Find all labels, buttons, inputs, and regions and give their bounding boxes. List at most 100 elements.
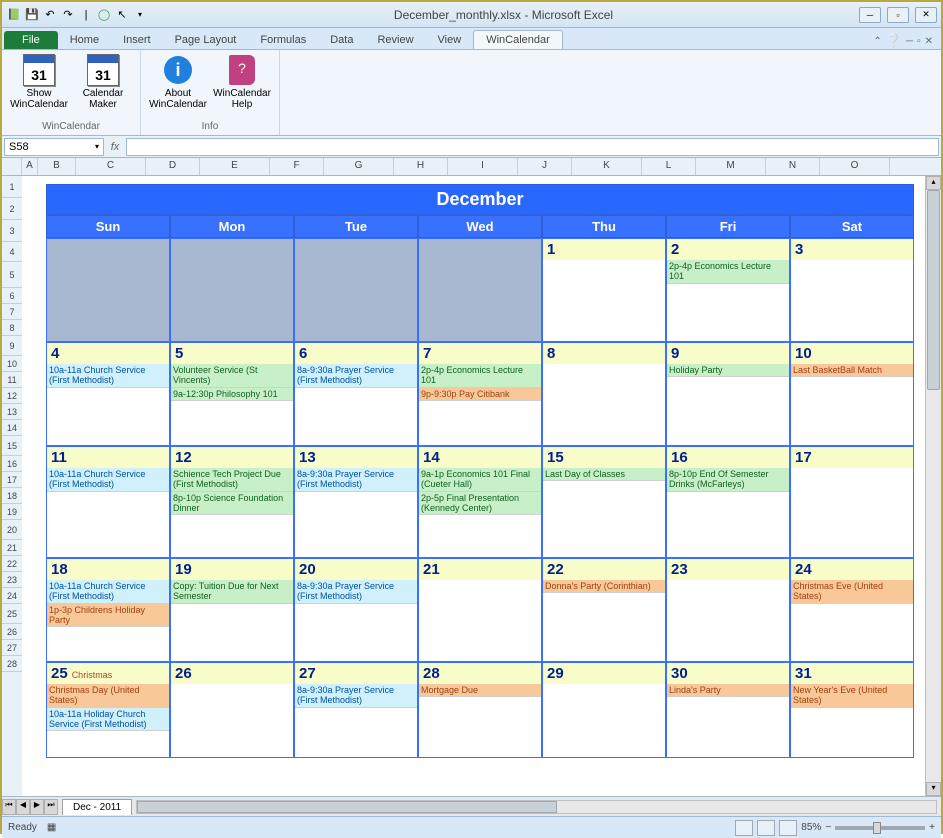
row-header-12[interactable]: 12 — [2, 388, 22, 404]
tab-data[interactable]: Data — [318, 31, 365, 49]
wb-minimize-icon[interactable]: ─ — [906, 36, 913, 47]
calendar-event[interactable]: 10a-11a Church Service (First Methodist) — [47, 364, 169, 388]
col-header-H[interactable]: H — [394, 158, 448, 175]
row-header-1[interactable]: 1 — [2, 176, 22, 198]
tab-pagelayout[interactable]: Page Layout — [163, 31, 249, 49]
col-header-O[interactable]: O — [820, 158, 890, 175]
row-header-10[interactable]: 10 — [2, 356, 22, 372]
row-header-14[interactable]: 14 — [2, 420, 22, 436]
col-header-B[interactable]: B — [38, 158, 76, 175]
zoom-thumb[interactable] — [873, 822, 881, 834]
col-header-M[interactable]: M — [696, 158, 766, 175]
fx-icon[interactable]: fx — [106, 141, 124, 153]
calendar-cell[interactable]: 15Last Day of Classes — [542, 446, 666, 558]
zoom-slider[interactable] — [835, 826, 925, 830]
calendar-cell[interactable] — [294, 238, 418, 342]
row-header-18[interactable]: 18 — [2, 488, 22, 504]
calendar-maker-button[interactable]: Calendar Maker — [72, 52, 134, 121]
sheet-tab[interactable]: Dec - 2011 — [62, 799, 132, 815]
wb-restore-icon[interactable]: ▫ — [917, 36, 921, 47]
row-header-7[interactable]: 7 — [2, 304, 22, 320]
calendar-event[interactable]: 10a-11a Church Service (First Methodist) — [47, 580, 169, 604]
row-header-27[interactable]: 27 — [2, 640, 22, 656]
calendar-cell[interactable]: 5Volunteer Service (St Vincents)9a-12:30… — [170, 342, 294, 446]
row-header-8[interactable]: 8 — [2, 320, 22, 336]
calendar-event[interactable]: 10a-11a Holiday Church Service (First Me… — [47, 708, 169, 732]
scroll-thumb-h[interactable] — [137, 801, 557, 813]
calendar-event[interactable]: Christmas Day (United States) — [47, 684, 169, 708]
calendar-event[interactable]: 8a-9:30a Prayer Service (First Methodist… — [295, 364, 417, 388]
calendar-cell[interactable]: 1110a-11a Church Service (First Methodis… — [46, 446, 170, 558]
tab-review[interactable]: Review — [365, 31, 425, 49]
calendar-event[interactable]: Copy: Tuition Due for Next Semester — [171, 580, 293, 604]
calendar-cell[interactable]: 68a-9:30a Prayer Service (First Methodis… — [294, 342, 418, 446]
col-header-A[interactable]: A — [22, 158, 38, 175]
calendar-cell[interactable]: 278a-9:30a Prayer Service (First Methodi… — [294, 662, 418, 758]
wb-close-icon[interactable]: ✕ — [925, 36, 933, 47]
vertical-scrollbar[interactable]: ▴ ▾ — [925, 176, 941, 796]
row-header-6[interactable]: 6 — [2, 288, 22, 304]
tab-home[interactable]: Home — [58, 31, 111, 49]
minimize-button[interactable]: ─ — [859, 7, 881, 23]
calendar-cell[interactable]: 149a-1p Economics 101 Final (Cueter Hall… — [418, 446, 542, 558]
qat-dropdown-icon[interactable]: ▾ — [132, 7, 148, 23]
row-header-21[interactable]: 21 — [2, 540, 22, 556]
col-header-E[interactable]: E — [200, 158, 270, 175]
tab-last-icon[interactable]: ⏭ — [44, 799, 58, 815]
row-header-15[interactable]: 15 — [2, 436, 22, 456]
row-header-24[interactable]: 24 — [2, 588, 22, 604]
calendar-event[interactable]: Christmas Eve (United States) — [791, 580, 913, 604]
tab-next-icon[interactable]: ▶ — [30, 799, 44, 815]
col-header-N[interactable]: N — [766, 158, 820, 175]
calendar-event[interactable]: Last BasketBall Match — [791, 364, 913, 377]
row-header-26[interactable]: 26 — [2, 624, 22, 640]
calendar-cell[interactable]: 19Copy: Tuition Due for Next Semester — [170, 558, 294, 662]
calendar-event[interactable]: Schience Tech Project Due (First Methodi… — [171, 468, 293, 492]
maximize-button[interactable]: ▫ — [887, 7, 909, 23]
row-header-13[interactable]: 13 — [2, 404, 22, 420]
calendar-cell[interactable]: 22p-4p Economics Lecture 101 — [666, 238, 790, 342]
zoom-level[interactable]: 85% — [801, 822, 821, 833]
show-wincalendar-button[interactable]: Show WinCalendar — [8, 52, 70, 121]
calendar-cell[interactable]: 10Last BasketBall Match — [790, 342, 914, 446]
calendar-cell[interactable]: 208a-9:30a Prayer Service (First Methodi… — [294, 558, 418, 662]
macro-icon[interactable]: ▦ — [47, 822, 56, 833]
name-box[interactable]: S58▾ — [4, 138, 104, 156]
col-header-C[interactable]: C — [76, 158, 146, 175]
calendar-cell[interactable]: 3 — [790, 238, 914, 342]
col-header-J[interactable]: J — [518, 158, 572, 175]
col-header-I[interactable]: I — [448, 158, 518, 175]
col-header-G[interactable]: G — [324, 158, 394, 175]
horizontal-scrollbar[interactable] — [136, 800, 937, 814]
calendar-cell[interactable] — [46, 238, 170, 342]
tab-formulas[interactable]: Formulas — [248, 31, 318, 49]
scroll-up-icon[interactable]: ▴ — [926, 176, 941, 190]
calendar-cell[interactable]: 26 — [170, 662, 294, 758]
calendar-cell[interactable]: 9Holiday Party — [666, 342, 790, 446]
view-break-icon[interactable] — [779, 820, 797, 836]
col-header-D[interactable]: D — [146, 158, 200, 175]
tab-first-icon[interactable]: ⏮ — [2, 799, 16, 815]
col-header-K[interactable]: K — [572, 158, 642, 175]
row-header-20[interactable]: 20 — [2, 520, 22, 540]
row-header-23[interactable]: 23 — [2, 572, 22, 588]
row-header-4[interactable]: 4 — [2, 242, 22, 262]
calendar-cell[interactable]: 28Mortgage Due — [418, 662, 542, 758]
calendar-event[interactable]: 9a-12:30p Philosophy 101 — [171, 388, 293, 401]
tab-insert[interactable]: Insert — [111, 31, 163, 49]
calendar-event[interactable]: 1p-3p Childrens Holiday Party — [47, 604, 169, 628]
row-header-28[interactable]: 28 — [2, 656, 22, 672]
scroll-thumb-v[interactable] — [927, 190, 940, 390]
calendar-cell[interactable] — [418, 238, 542, 342]
calendar-cell[interactable]: 168p-10p End Of Semester Drinks (McFarle… — [666, 446, 790, 558]
calendar-event[interactable]: 9a-1p Economics 101 Final (Cueter Hall) — [419, 468, 541, 492]
select-all-button[interactable] — [2, 158, 22, 175]
row-header-11[interactable]: 11 — [2, 372, 22, 388]
calendar-event[interactable]: Linda's Party — [667, 684, 789, 697]
calendar-cell[interactable]: 30Linda's Party — [666, 662, 790, 758]
pointer-icon[interactable]: ↖ — [114, 7, 130, 23]
minimize-ribbon-icon[interactable]: ⌃ — [873, 36, 881, 47]
calendar-cell[interactable]: 17 — [790, 446, 914, 558]
calendar-event[interactable]: Volunteer Service (St Vincents) — [171, 364, 293, 388]
calendar-cell[interactable]: 29 — [542, 662, 666, 758]
